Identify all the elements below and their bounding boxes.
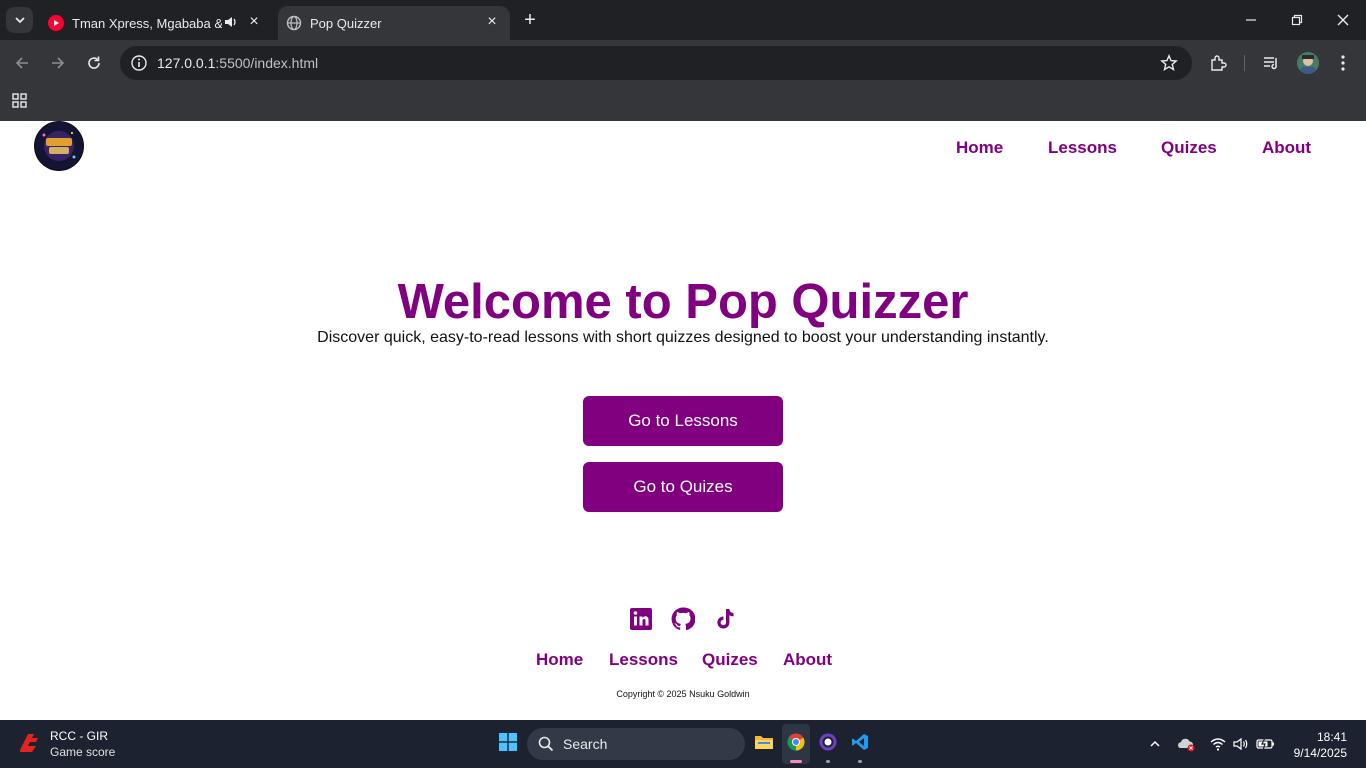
toolbar-divider xyxy=(1244,55,1245,71)
browser-toolbar: 127.0.0.1:5500/index.html xyxy=(0,40,1366,86)
copyright-text: Copyright © 2025 Nsuku Goldwin xyxy=(616,689,750,699)
chrome-icon[interactable] xyxy=(784,730,808,754)
battery-charging-icon[interactable] xyxy=(1256,734,1276,754)
address-bar[interactable]: 127.0.0.1:5500/index.html xyxy=(120,46,1192,80)
extensions-icon[interactable] xyxy=(1207,52,1229,74)
sports-widget-icon[interactable] xyxy=(16,730,42,756)
tab-search-button[interactable] xyxy=(6,7,33,33)
system-clock[interactable]: 18:41 9/14/2025 xyxy=(1294,729,1347,761)
go-to-quizes-button[interactable]: Go to Quizes xyxy=(583,462,783,512)
media-controls-icon[interactable] xyxy=(1260,52,1282,74)
close-window-icon[interactable] xyxy=(1333,10,1353,30)
speaker-icon[interactable] xyxy=(224,15,238,29)
bookmarks-bar xyxy=(0,86,1366,121)
hero-title: Welcome to Pop Quizzer xyxy=(397,275,969,329)
chrome-running-indicator xyxy=(790,760,802,763)
footer-link-lessons[interactable]: Lessons xyxy=(609,650,678,670)
clock-time: 18:41 xyxy=(1316,730,1347,744)
restore-icon[interactable] xyxy=(1287,10,1307,30)
windows-start-icon[interactable] xyxy=(496,730,520,754)
browser-tab-strip: Tman Xpress, Mgababa & L × Pop Quizzer ×… xyxy=(0,0,1366,40)
site-info-icon[interactable] xyxy=(130,54,148,72)
taskbar-search-box[interactable]: Search xyxy=(527,728,745,760)
hero-subtitle: Discover quick, easy-to-read lessons wit… xyxy=(317,329,1049,346)
site-logo[interactable] xyxy=(34,121,84,171)
new-tab-button[interactable]: + xyxy=(520,10,540,30)
widget-title[interactable]: RCC - GIR xyxy=(50,729,108,743)
tab-title: Pop Quizzer xyxy=(310,15,382,31)
apps-grid-icon[interactable] xyxy=(11,92,29,110)
taskbar: RCC - GIR Game score Search 18:41 9/14/2… xyxy=(0,720,1366,768)
github-icon[interactable] xyxy=(671,607,695,631)
linkedin-icon[interactable] xyxy=(629,607,653,631)
search-icon xyxy=(538,736,554,752)
vscode-icon[interactable] xyxy=(848,730,872,754)
back-button[interactable] xyxy=(11,52,33,74)
volume-icon[interactable] xyxy=(1232,734,1252,754)
tab-pop-quizzer[interactable]: Pop Quizzer × xyxy=(278,6,510,40)
clock-date: 9/14/2025 xyxy=(1293,746,1347,760)
reload-icon xyxy=(88,56,100,69)
web-page: Home Lessons Quizes About Welcome to Pop… xyxy=(0,121,1366,720)
widget-subtitle: Game score xyxy=(50,745,116,759)
file-explorer-icon[interactable] xyxy=(752,730,776,754)
reload-button[interactable] xyxy=(83,52,105,74)
nav-link-about[interactable]: About xyxy=(1262,138,1311,158)
url-path: :5500/index.html xyxy=(215,55,319,71)
footer-link-home[interactable]: Home xyxy=(536,650,583,670)
close-tab-icon[interactable]: × xyxy=(484,14,500,30)
arrow-right-icon xyxy=(52,57,65,69)
bookmark-star-icon[interactable] xyxy=(1160,54,1178,72)
url-host: 127.0.0.1 xyxy=(157,55,216,71)
arrow-left-icon xyxy=(15,57,28,69)
github-desktop-icon[interactable] xyxy=(816,730,840,754)
nav-link-lessons[interactable]: Lessons xyxy=(1048,138,1117,158)
go-to-lessons-button[interactable]: Go to Lessons xyxy=(583,396,783,446)
github-running-indicator xyxy=(826,760,830,763)
wifi-icon[interactable] xyxy=(1208,734,1228,754)
nav-link-quizes[interactable]: Quizes xyxy=(1161,138,1217,158)
onedrive-error-icon[interactable] xyxy=(1176,734,1196,754)
youtube-music-icon xyxy=(48,15,64,31)
chevron-down-icon xyxy=(14,17,25,24)
minimize-icon[interactable] xyxy=(1241,10,1261,30)
forward-button[interactable] xyxy=(47,52,69,74)
tab-title: Tman Xpress, Mgababa & L xyxy=(72,15,222,31)
taskbar-search-placeholder: Search xyxy=(563,736,608,752)
profile-avatar[interactable] xyxy=(1297,52,1319,74)
globe-icon xyxy=(286,15,302,31)
footer-link-about[interactable]: About xyxy=(783,650,832,670)
tiktok-icon[interactable] xyxy=(713,607,737,631)
vscode-running-indicator xyxy=(858,760,862,763)
footer-link-quizes[interactable]: Quizes xyxy=(702,650,758,670)
nav-link-home[interactable]: Home xyxy=(956,138,1003,158)
tab-music[interactable]: Tman Xpress, Mgababa & L × xyxy=(40,6,272,40)
menu-kebab-icon[interactable] xyxy=(1332,52,1354,74)
chevron-up-icon[interactable] xyxy=(1145,734,1165,754)
close-tab-icon[interactable]: × xyxy=(246,14,262,30)
url-text: 127.0.0.1:5500/index.html xyxy=(157,55,318,71)
